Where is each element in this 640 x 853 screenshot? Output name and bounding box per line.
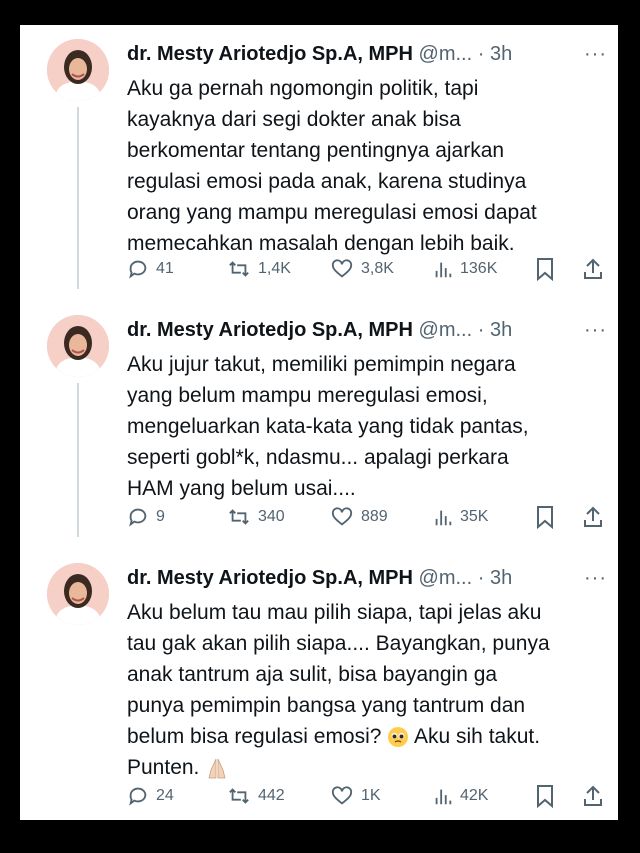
like-button[interactable]: 3,8K [330, 255, 394, 283]
text-line: orang yang mampu meregulasi emosi dapat [127, 201, 537, 224]
share-icon [584, 506, 602, 527]
text-line: tau gak akan pilih siapa.... Bayangkan, … [127, 632, 550, 655]
author-handle[interactable]: @m... [419, 43, 473, 65]
views-count: 35K [460, 508, 489, 525]
text-line: mengeluarkan kata-kata yang tidak pantas… [127, 415, 529, 438]
thread-line [77, 383, 79, 537]
author-handle[interactable]: @m... [419, 319, 473, 341]
retweet-icon [229, 509, 249, 525]
more-icon[interactable]: ··· [584, 563, 607, 593]
text-line: belum bisa regulasi emosi? Aku sih takut… [127, 721, 607, 752]
text-line: Aku jujur takut, memiliki pemimpin negar… [127, 353, 516, 376]
reply-icon [129, 787, 147, 806]
like-count: 1K [361, 787, 381, 804]
text-line: Aku belum tau mau pilih siapa, tapi jela… [127, 601, 542, 624]
bookmark-button[interactable] [535, 255, 555, 283]
tweet-time[interactable]: · 3h [478, 567, 512, 589]
text-line: yang belum mampu meregulasi emosi, [127, 384, 488, 407]
tweet-3[interactable]: dr. Mesty Ariotedjo Sp.A, MPH @m... · 3h… [20, 563, 618, 813]
text-line: HAM yang belum usai.... [127, 477, 356, 500]
timeline-frame: dr. Mesty Ariotedjo Sp.A, MPH @m... · 3h… [20, 25, 618, 820]
like-count: 3,8K [361, 260, 394, 277]
retweet-count: 340 [258, 508, 285, 525]
text-segment: Aku sih takut. [414, 725, 541, 748]
thread-line [77, 107, 79, 289]
bookmark-button[interactable] [535, 503, 555, 531]
retweet-count: 442 [258, 787, 285, 804]
folded-hands-emoji [208, 759, 226, 779]
author-name[interactable]: dr. Mesty Ariotedjo Sp.A, MPH [127, 43, 413, 65]
bookmark-icon [537, 258, 553, 281]
more-icon[interactable]: ··· [584, 39, 607, 69]
text-segment: Punten. [127, 756, 200, 779]
views-count: 42K [460, 787, 489, 804]
retweet-button[interactable]: 442 [227, 782, 285, 810]
views-icon [435, 510, 452, 526]
author-name[interactable]: dr. Mesty Ariotedjo Sp.A, MPH [127, 567, 413, 589]
tweet-2[interactable]: dr. Mesty Ariotedjo Sp.A, MPH @m... · 3h… [20, 315, 618, 537]
retweet-button[interactable]: 1,4K [227, 255, 291, 283]
more-icon[interactable]: ··· [584, 315, 607, 345]
author-handle[interactable]: @m... [419, 567, 473, 589]
text-line: punya pemimpin bangsa yang tantrum dan [127, 694, 526, 717]
like-icon [331, 259, 353, 278]
text-line: Aku ga pernah ngomongin politik, tapi [127, 77, 479, 100]
like-count: 889 [361, 508, 388, 525]
retweet-icon [229, 261, 249, 277]
tweet-text: Aku ga pernah ngomongin politik, tapi ka… [127, 73, 607, 259]
reply-count: 41 [156, 260, 174, 277]
reply-icon [129, 508, 147, 527]
like-button[interactable]: 889 [330, 503, 388, 531]
like-icon [331, 786, 353, 805]
views-button[interactable]: 136K [433, 255, 497, 283]
like-button[interactable]: 1K [330, 782, 381, 810]
reply-count: 24 [156, 787, 174, 804]
action-bar: 9 340 889 35K [127, 503, 607, 531]
views-button[interactable]: 35K [433, 503, 488, 531]
bookmark-icon [537, 785, 553, 808]
tweet-text: Aku belum tau mau pilih siapa, tapi jela… [127, 597, 607, 783]
text-line: seperti gobl*k, ndasmu... apalagi perkar… [127, 446, 509, 469]
text-line: regulasi emosi pada anak, karena studiny… [127, 170, 527, 193]
tweet-header: dr. Mesty Ariotedjo Sp.A, MPH @m... · 3h… [127, 563, 607, 593]
pleading-face-emoji [388, 727, 409, 748]
text-segment: belum bisa regulasi emosi? [127, 725, 382, 748]
avatar[interactable] [47, 563, 109, 625]
reply-button[interactable]: 9 [127, 503, 165, 531]
views-count: 136K [460, 260, 498, 277]
tweet-time[interactable]: · 3h [478, 43, 512, 65]
like-icon [331, 507, 353, 526]
reply-button[interactable]: 41 [127, 255, 174, 283]
action-bar: 24 442 1K 42K [127, 782, 607, 810]
action-bar: 41 1,4K 3,8K 136K [127, 255, 607, 283]
views-button[interactable]: 42K [433, 782, 488, 810]
share-button[interactable] [582, 503, 604, 531]
text-line: Punten. [127, 752, 607, 783]
author-name[interactable]: dr. Mesty Ariotedjo Sp.A, MPH [127, 319, 413, 341]
views-icon [435, 789, 452, 805]
tweet-1[interactable]: dr. Mesty Ariotedjo Sp.A, MPH @m... · 3h… [20, 39, 618, 289]
retweet-button[interactable]: 340 [227, 503, 285, 531]
text-line: anak tantrum aja sulit, bisa bayangin ga [127, 663, 498, 686]
reply-button[interactable]: 24 [127, 782, 174, 810]
reply-count: 9 [156, 508, 165, 525]
share-icon [584, 785, 602, 806]
bookmark-button[interactable] [535, 782, 555, 810]
bookmark-icon [537, 506, 553, 529]
retweet-icon [229, 788, 249, 804]
retweet-count: 1,4K [258, 260, 291, 277]
tweet-text: Aku jujur takut, memiliki pemimpin negar… [127, 349, 607, 504]
avatar[interactable] [47, 39, 109, 101]
reply-icon [129, 260, 147, 279]
tweet-header: dr. Mesty Ariotedjo Sp.A, MPH @m... · 3h… [127, 315, 607, 345]
text-line: berkomentar tentang pentingnya ajarkan [127, 139, 505, 162]
tweet-header: dr. Mesty Ariotedjo Sp.A, MPH @m... · 3h… [127, 39, 607, 69]
avatar[interactable] [47, 315, 109, 377]
share-button[interactable] [582, 782, 604, 810]
text-line: kayaknya dari segi dokter anak bisa [127, 108, 461, 131]
views-icon [435, 262, 452, 278]
share-button[interactable] [582, 255, 604, 283]
share-icon [584, 258, 602, 279]
tweet-time[interactable]: · 3h [478, 319, 512, 341]
